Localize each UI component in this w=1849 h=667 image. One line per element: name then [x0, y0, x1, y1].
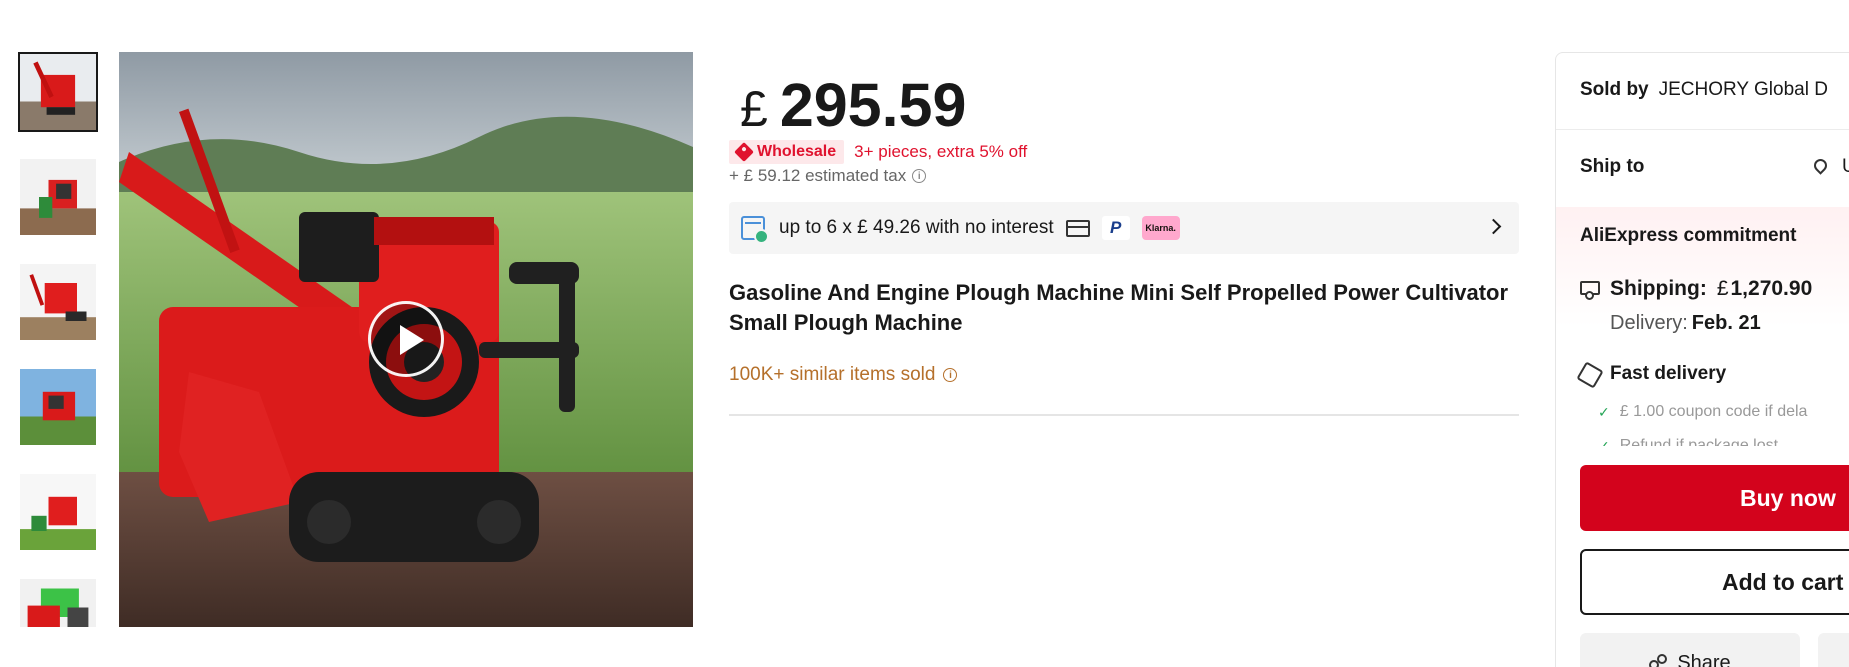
- perk-coupon-text: £ 1.00 coupon code if dela: [1619, 403, 1808, 420]
- check-icon: ✓: [1598, 403, 1610, 420]
- delivery-date-row: Delivery: Feb. 21: [1610, 312, 1761, 335]
- share-icon: [1649, 654, 1668, 667]
- installment-banner[interactable]: up to 6 x £ 49.26 with no interest P Kla…: [729, 202, 1519, 254]
- currency-symbol: £: [740, 81, 768, 137]
- fast-delivery-label: Fast delivery: [1610, 363, 1727, 384]
- estimated-tax: + £ 59.12 estimated tax i: [729, 166, 927, 186]
- ship-to-label: Ship to: [1580, 156, 1645, 177]
- thumbnail-6[interactable]: [18, 577, 98, 627]
- info-icon[interactable]: i: [912, 169, 927, 183]
- calendar-icon: [741, 216, 769, 244]
- shipping-cost: Shipping: £1,270.90: [1610, 277, 1812, 301]
- chevron-right-icon: [1485, 218, 1502, 235]
- divider: [729, 414, 1519, 416]
- credit-card-icon: [1065, 219, 1090, 237]
- share-button[interactable]: Share: [1580, 633, 1800, 667]
- thumbnail-1[interactable]: [18, 52, 98, 132]
- wholesale-row: Wholesale 3+ pieces, extra 5% off: [729, 140, 1027, 164]
- sold-by-label: Sold by: [1580, 79, 1649, 100]
- shipping-currency: £: [1716, 277, 1729, 300]
- add-to-cart-button[interactable]: Add to cart: [1580, 549, 1849, 615]
- product-title: Gasoline And Engine Plough Machine Mini …: [729, 280, 1509, 335]
- delivery-label: Delivery:: [1610, 312, 1688, 334]
- thumbnail-image: [20, 264, 96, 340]
- thumbnail-image: [20, 54, 96, 130]
- wholesale-badge-label: Wholesale: [757, 143, 837, 160]
- thumbnail-2[interactable]: [18, 157, 98, 237]
- thumbnail-4[interactable]: [18, 367, 98, 447]
- thumbnail-image: [20, 159, 96, 235]
- perk-coupon: ✓ £ 1.00 coupon code if dela: [1598, 403, 1807, 421]
- thumbnail-image: [20, 579, 96, 627]
- sold-text: 100K+ similar items sold: [729, 364, 936, 385]
- payment-icons: P Klarna.: [1065, 216, 1180, 240]
- delivery-date: Feb. 21: [1691, 312, 1761, 334]
- purchase-panel: Sold by JECHORY Global D Ship to U AliExp…: [1555, 52, 1849, 667]
- tag-icon: [734, 142, 754, 162]
- paypal-icon: P: [1101, 216, 1130, 240]
- wholesale-offer: 3+ pieces, extra 5% off: [854, 142, 1028, 161]
- thumbnail-image: [20, 369, 96, 445]
- tax-text: + £ 59.12 estimated tax: [729, 166, 907, 185]
- wholesale-badge: Wholesale: [729, 140, 845, 164]
- thumbnail-5[interactable]: [18, 472, 98, 552]
- shipping-label: Shipping:: [1610, 277, 1707, 300]
- ship-to-selector[interactable]: U: [1842, 156, 1849, 178]
- share-label: Share: [1677, 651, 1731, 667]
- thumbnail-image: [20, 474, 96, 550]
- klarna-icon: Klarna.: [1141, 216, 1180, 240]
- installment-text: up to 6 x £ 49.26 with no interest: [779, 217, 1054, 238]
- thumbnail-strip: [18, 52, 98, 627]
- wishlist-button[interactable]: [1818, 633, 1849, 667]
- location-pin-icon: [1811, 156, 1830, 175]
- sold-by-row: Sold by JECHORY Global D: [1580, 79, 1828, 101]
- commitment-title: AliExpress commitment: [1580, 225, 1797, 246]
- shipping-price: 1,270.90: [1730, 277, 1813, 300]
- play-video-button[interactable]: [368, 301, 444, 377]
- sold-count: 100K+ similar items sold i: [729, 364, 958, 386]
- truck-icon: [1580, 281, 1600, 300]
- buy-now-button[interactable]: Buy now: [1580, 465, 1849, 531]
- panel-divider: [1556, 129, 1849, 130]
- thumbnail-3[interactable]: [18, 262, 98, 342]
- info-icon[interactable]: i: [943, 368, 958, 382]
- seller-name-link[interactable]: JECHORY Global D: [1659, 79, 1828, 100]
- price-amount: 295.59: [779, 71, 967, 139]
- product-main-image[interactable]: [119, 52, 693, 627]
